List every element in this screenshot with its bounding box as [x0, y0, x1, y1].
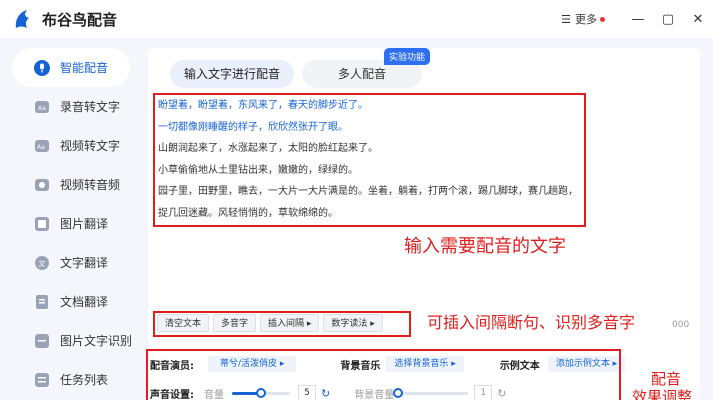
annotation-input-text: 输入需要配音的文字 — [404, 236, 566, 257]
settings-icon: ☰ — [561, 12, 571, 26]
image-translate-icon — [34, 216, 50, 232]
annotation-box-text — [153, 93, 586, 227]
sidebar-item-label: 视频转文字 — [60, 139, 121, 153]
video-audio-icon — [34, 177, 50, 193]
sidebar-item-smart-dubbing[interactable]: 智能配音 — [12, 48, 130, 87]
sidebar-item-video-to-audio[interactable]: 视频转音频 — [0, 165, 142, 204]
audio-text-icon: Aa — [34, 99, 50, 115]
sidebar-item-task-list[interactable]: 任务列表 — [0, 360, 142, 399]
sidebar-item-label: 任务列表 — [60, 373, 109, 387]
sidebar-item-label: 文字翻译 — [60, 256, 109, 270]
sidebar-item-image-translate[interactable]: 图片翻译 — [0, 204, 142, 243]
tab-text-dubbing[interactable]: 输入文字进行配音 — [170, 60, 295, 88]
sidebar-item-label: 智能配音 — [60, 61, 109, 75]
more-menu[interactable]: ☰ 更多 — [561, 11, 605, 27]
svg-text:Aa: Aa — [38, 105, 46, 112]
more-label: 更多 — [575, 13, 597, 26]
title-bar: 布谷鸟配音 ☰ 更多 — ▢ ✕ — [0, 0, 713, 38]
annotation-effect-line2: 效果调整 — [632, 388, 693, 400]
sidebar-item-ocr[interactable]: 图片文字识别 — [0, 321, 142, 360]
maximize-button[interactable]: ▢ — [653, 0, 683, 38]
annotation-box-settings — [146, 349, 621, 400]
sidebar-item-label: 视频转音频 — [60, 178, 121, 192]
svg-text:文: 文 — [39, 259, 46, 268]
sidebar-item-doc-translate[interactable]: 文档翻译 — [0, 282, 142, 321]
doc-translate-icon — [34, 294, 50, 310]
annotation-insert-tools: 可插入间隔断句、识别多音字 — [427, 313, 636, 332]
app-logo-icon — [12, 8, 34, 30]
task-list-icon — [34, 372, 50, 388]
sidebar-item-audio-to-text[interactable]: Aa 录音转文字 — [0, 87, 142, 126]
app-title: 布谷鸟配音 — [42, 10, 118, 29]
sidebar-item-label: 图片翻译 — [60, 217, 109, 231]
sidebar: 智能配音 Aa 录音转文字 Aa 视频转文字 视频转音频 图片翻译 文 文字翻译… — [0, 48, 142, 399]
char-count: 000 — [672, 320, 690, 330]
video-text-icon: Aa — [34, 138, 50, 154]
sidebar-item-label: 文档翻译 — [60, 295, 109, 309]
sidebar-item-text-translate[interactable]: 文 文字翻译 — [0, 243, 142, 282]
sidebar-item-video-to-text[interactable]: Aa 视频转文字 — [0, 126, 142, 165]
text-translate-icon: 文 — [34, 255, 50, 271]
lab-feature-badge: 实验功能 — [384, 48, 431, 65]
sidebar-item-label: 图片文字识别 — [60, 334, 133, 348]
mic-icon — [34, 59, 50, 76]
notification-dot — [600, 16, 605, 22]
svg-text:Aa: Aa — [37, 144, 45, 151]
minimize-button[interactable]: — — [623, 0, 653, 38]
close-button[interactable]: ✕ — [683, 0, 713, 38]
ocr-icon — [34, 333, 50, 349]
sidebar-item-label: 录音转文字 — [60, 100, 121, 114]
annotation-box-toolbar — [153, 311, 411, 337]
